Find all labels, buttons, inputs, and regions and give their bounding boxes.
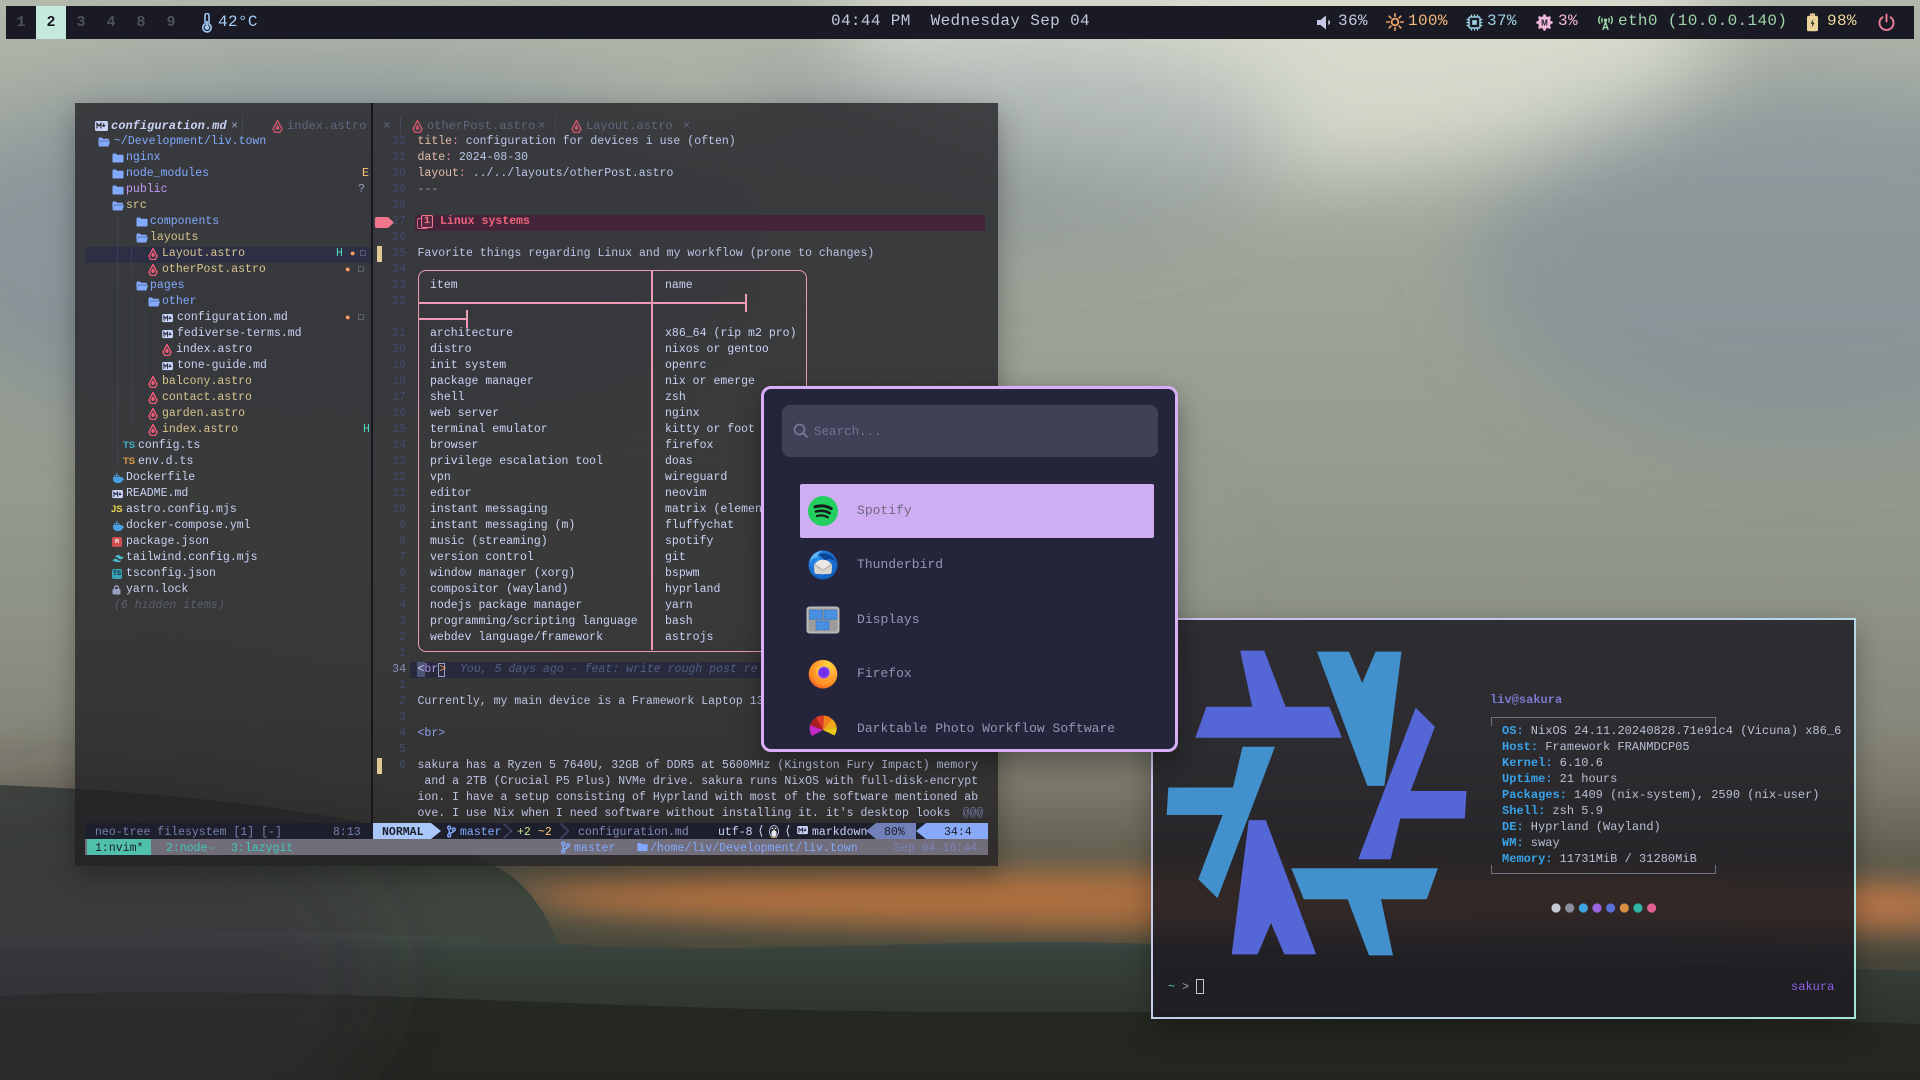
svg-text:M: M <box>1541 18 1548 27</box>
